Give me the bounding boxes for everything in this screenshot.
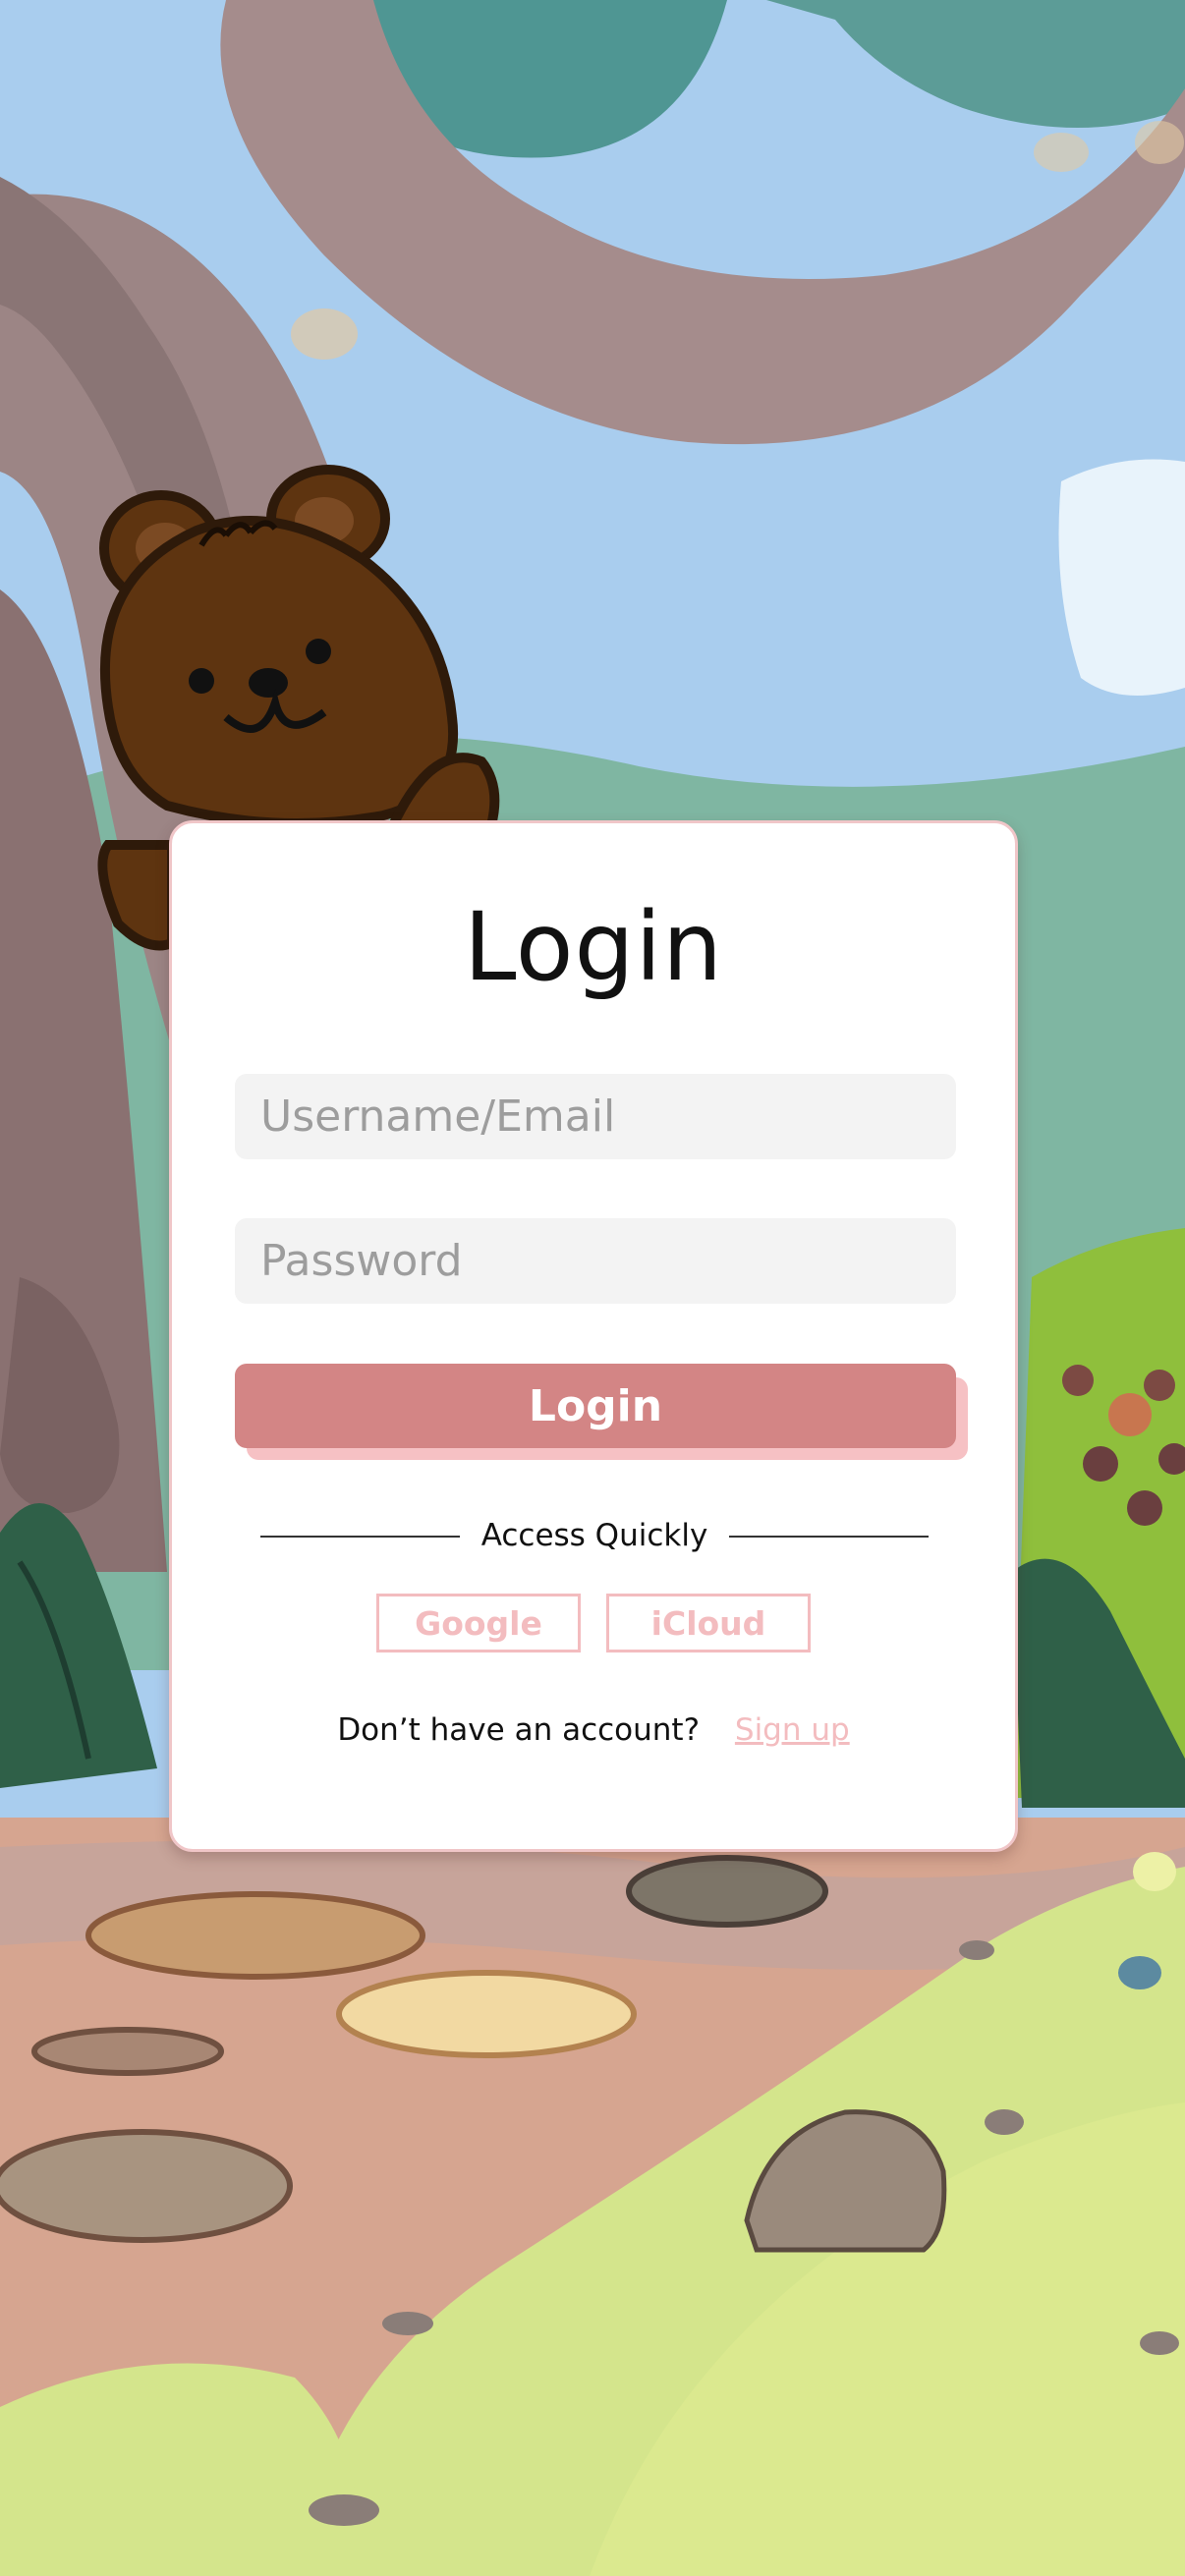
signup-link[interactable]: Sign up	[735, 1712, 850, 1748]
password-input[interactable]	[235, 1218, 956, 1304]
divider-line-right	[729, 1536, 929, 1538]
username-email-input[interactable]	[235, 1074, 956, 1159]
icloud-login-button[interactable]: iCloud	[606, 1594, 811, 1652]
signup-prompt: Don’t have an account?	[337, 1712, 701, 1748]
page-title: Login	[464, 892, 723, 1002]
app-screen: Login Login Access Quickly Google iCloud…	[0, 0, 1185, 2576]
google-login-button[interactable]: Google	[376, 1594, 581, 1652]
signup-row: Don’t have an account? Sign up	[172, 1712, 1015, 1748]
login-button-wrapper: Login	[235, 1364, 968, 1460]
access-quickly-divider: Access Quickly	[260, 1511, 929, 1560]
login-button[interactable]: Login	[235, 1364, 956, 1448]
login-card: Login Login Access Quickly Google iCloud…	[169, 820, 1018, 1852]
